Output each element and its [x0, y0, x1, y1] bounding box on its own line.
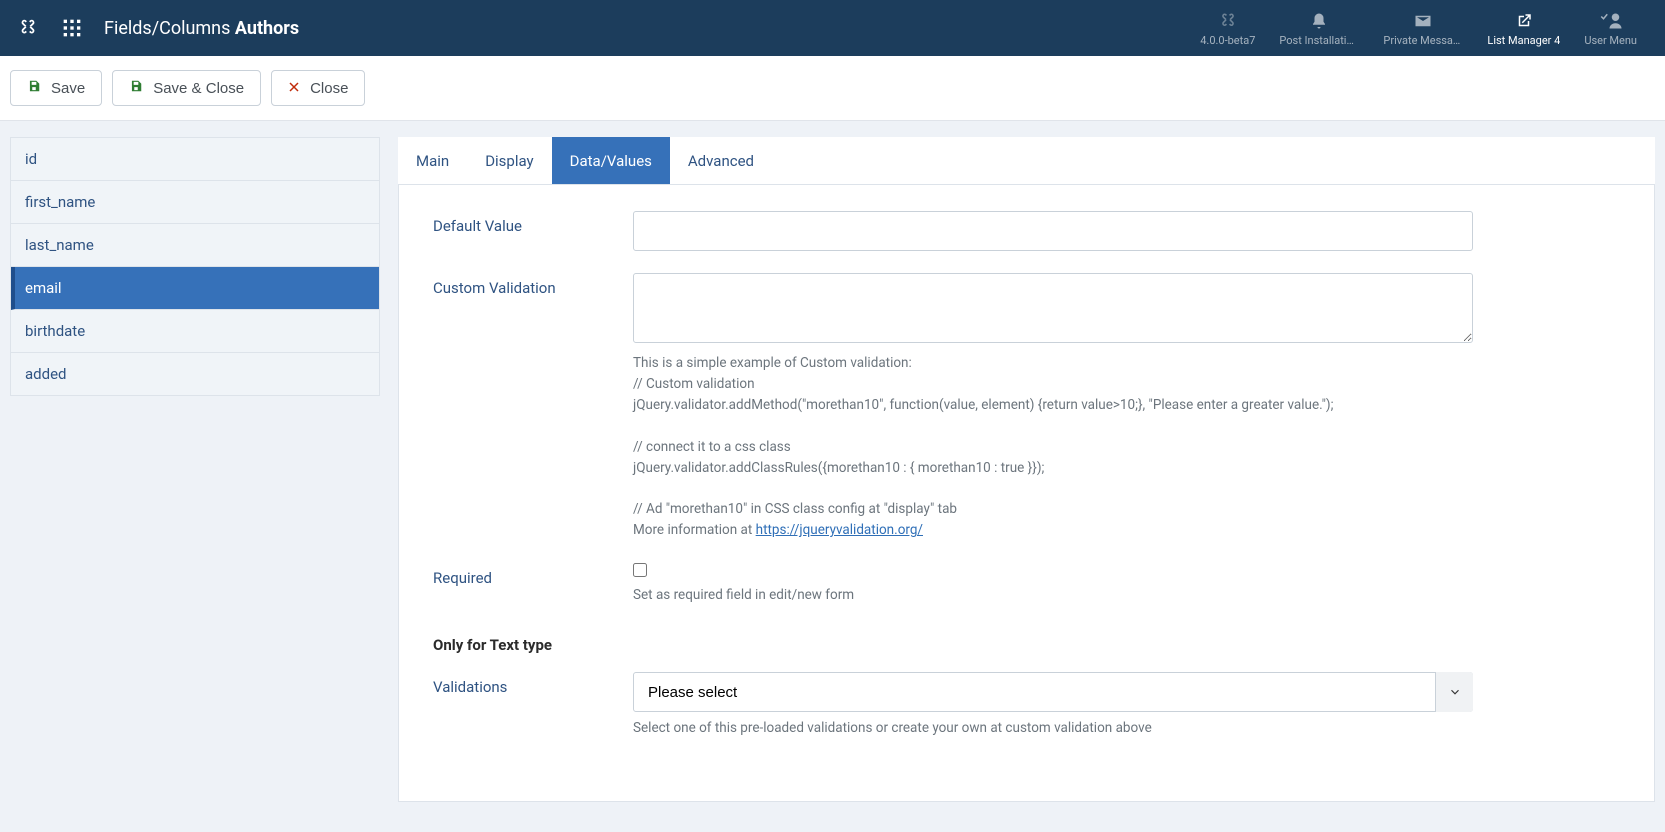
topbar-post-install[interactable]: Post Installation ... — [1267, 4, 1371, 53]
topbar: Fields/Columns Authors 4.0.0-beta7 Post … — [0, 0, 1665, 56]
page-title-prefix: Fields/Columns — [104, 18, 235, 39]
joomla-icon — [1218, 10, 1238, 32]
save-close-label: Save & Close — [153, 80, 244, 97]
validations-help: Select one of this pre-loaded validation… — [633, 718, 1473, 739]
save-icon — [27, 79, 41, 97]
label-default-value: Default Value — [433, 211, 633, 235]
label-validations: Validations — [433, 672, 633, 696]
close-label: Close — [310, 80, 348, 97]
field-custom-validation: This is a simple example of Custom valid… — [633, 273, 1620, 541]
help-more-prefix: More information at — [633, 522, 756, 538]
validations-select-wrap: Please select — [633, 672, 1473, 712]
tab-main[interactable]: Main — [398, 137, 467, 184]
sidebar-item-first_name[interactable]: first_name — [11, 181, 379, 224]
topbar-list-manager-label: List Manager 4 — [1487, 34, 1560, 47]
topbar-post-install-label: Post Installation ... — [1279, 34, 1359, 47]
topbar-version[interactable]: 4.0.0-beta7 — [1188, 4, 1267, 53]
row-custom-validation: Custom Validation This is a simple examp… — [433, 273, 1620, 541]
required-checkbox[interactable] — [633, 563, 647, 577]
save-close-button[interactable]: Save & Close — [112, 70, 261, 106]
row-default-value: Default Value — [433, 211, 1620, 251]
validations-select[interactable]: Please select — [633, 672, 1473, 712]
row-validations: Validations Please select Select one of … — [433, 672, 1620, 739]
help-l4: jQuery.validator.addClassRules({morethan… — [633, 460, 1044, 476]
topbar-private-messages-label: Private Messages — [1383, 34, 1463, 47]
user-check-icon — [1598, 10, 1624, 32]
tabs: MainDisplayData/ValuesAdvanced — [398, 137, 1655, 185]
section-text-type: Only for Text type — [433, 636, 1620, 654]
external-link-icon — [1515, 10, 1533, 32]
help-l2: jQuery.validator.addMethod("morethan10",… — [633, 397, 1333, 413]
label-required: Required — [433, 563, 633, 587]
save-button[interactable]: Save — [10, 70, 102, 106]
topbar-user-menu-label: User Menu — [1584, 34, 1637, 47]
label-custom-validation: Custom Validation — [433, 273, 633, 297]
topbar-right: 4.0.0-beta7 Post Installation ... Privat… — [1188, 4, 1649, 53]
tab-advanced[interactable]: Advanced — [670, 137, 772, 184]
close-button[interactable]: Close — [271, 70, 365, 106]
help-intro: This is a simple example of Custom valid… — [633, 355, 912, 371]
required-help: Set as required field in edit/new form — [633, 585, 1473, 606]
sidebar-item-birthdate[interactable]: birthdate — [11, 310, 379, 353]
sidebar-item-email[interactable]: email — [11, 267, 379, 310]
tab-data-values[interactable]: Data/Values — [552, 137, 670, 184]
tab-display[interactable]: Display — [467, 137, 551, 184]
sidebar-item-added[interactable]: added — [11, 353, 379, 395]
save-icon — [129, 79, 143, 97]
joomla-logo-icon[interactable] — [16, 16, 40, 40]
apps-grid-icon[interactable] — [60, 16, 84, 40]
sidebar-item-last_name[interactable]: last_name — [11, 224, 379, 267]
save-label: Save — [51, 80, 85, 97]
field-required: Set as required field in edit/new form — [633, 563, 1620, 606]
close-icon — [288, 80, 300, 97]
row-required: Required Set as required field in edit/n… — [433, 563, 1620, 606]
sidebar-item-id[interactable]: id — [11, 138, 379, 181]
main-panel: MainDisplayData/ValuesAdvanced Default V… — [398, 137, 1655, 802]
topbar-private-messages[interactable]: Private Messages — [1371, 4, 1475, 53]
custom-validation-help: This is a simple example of Custom valid… — [633, 353, 1473, 541]
topbar-user-menu[interactable]: User Menu — [1572, 4, 1649, 53]
page-title-entity: Authors — [235, 18, 299, 39]
jquery-validation-link[interactable]: https://jqueryvalidation.org/ — [756, 522, 923, 538]
help-l5: // Ad "morethan10" in CSS class config a… — [633, 501, 957, 517]
field-default-value — [633, 211, 1620, 251]
envelope-icon — [1414, 10, 1432, 32]
bell-icon — [1310, 10, 1328, 32]
field-validations: Please select Select one of this pre-loa… — [633, 672, 1620, 739]
content-wrapper: idfirst_namelast_nameemailbirthdateadded… — [0, 121, 1665, 832]
page-title: Fields/Columns Authors — [104, 18, 299, 39]
help-l1: // Custom validation — [633, 376, 755, 392]
help-l3: // connect it to a css class — [633, 439, 791, 455]
fields-sidebar: idfirst_namelast_nameemailbirthdateadded — [10, 137, 380, 396]
custom-validation-textarea[interactable] — [633, 273, 1473, 343]
topbar-version-label: 4.0.0-beta7 — [1200, 34, 1255, 47]
topbar-list-manager[interactable]: List Manager 4 — [1475, 4, 1572, 53]
topbar-left: Fields/Columns Authors — [16, 16, 299, 40]
default-value-input[interactable] — [633, 211, 1473, 251]
tab-content-data-values: Default Value Custom Validation This is … — [398, 185, 1655, 802]
toolbar: Save Save & Close Close — [0, 56, 1665, 121]
